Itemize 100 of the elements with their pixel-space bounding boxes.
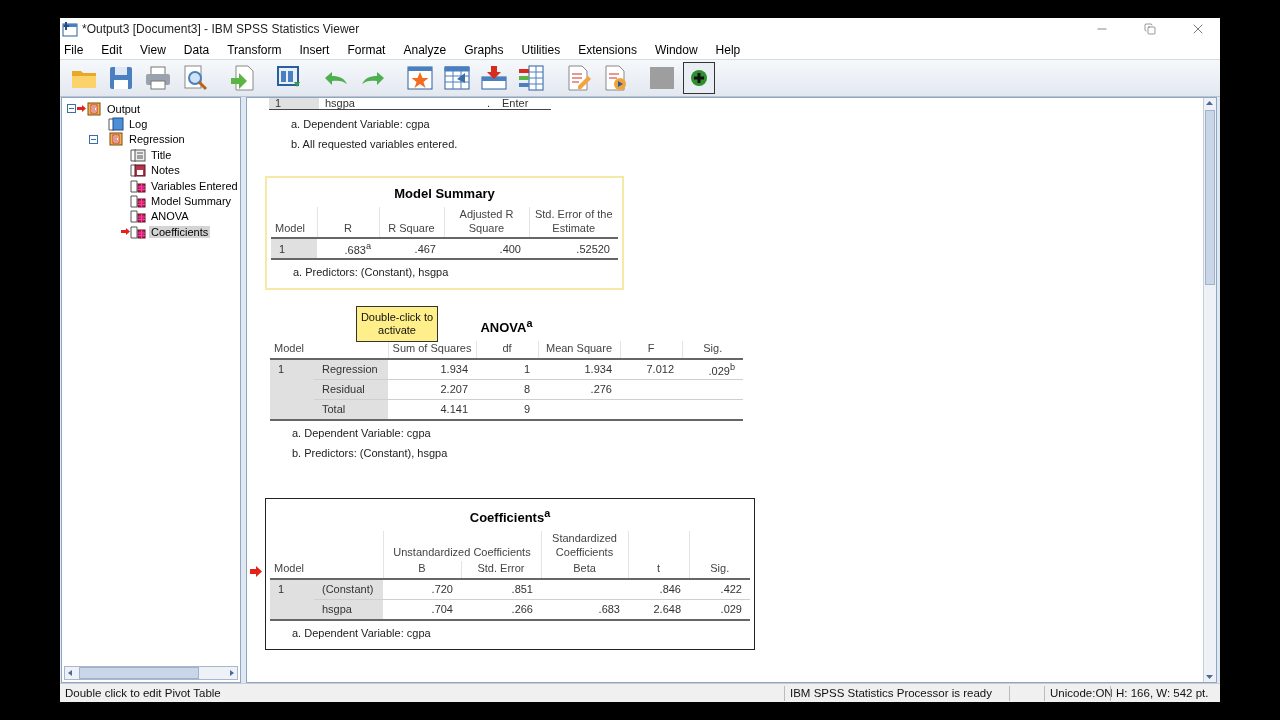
table-cell: .851	[511, 583, 533, 596]
row-header: Total	[322, 403, 346, 416]
table-cell: .276	[590, 383, 612, 396]
star-table-icon	[406, 64, 434, 92]
row-header: hsgpa	[322, 603, 352, 616]
table-cell: .683$^{a}$	[344, 243, 371, 256]
tree-item[interactable]: Title	[149, 148, 174, 161]
table-cell: 9	[523, 403, 530, 416]
document-icon	[130, 147, 146, 162]
table-footnote: b. Predictors: (Constant), hsgpa	[292, 446, 448, 459]
table-cell: .467	[414, 242, 436, 255]
table-cell: .400	[499, 242, 521, 255]
row-header: Residual	[322, 383, 365, 396]
scroll-thumb[interactable]	[1205, 110, 1215, 285]
horizontal-scrollbar[interactable]	[64, 666, 238, 680]
column-header: Standardized Coefficients	[552, 532, 617, 558]
column-header: Mean Square	[545, 342, 612, 355]
tooltip: Double-click to activate	[356, 306, 438, 342]
table-icon	[130, 209, 146, 224]
column-header: Std. Error of the Estimate	[534, 208, 613, 234]
tree-item[interactable]: Variables Entered	[149, 179, 240, 192]
column-header: Sum of Squares	[392, 342, 472, 355]
menu-item[interactable]: Format	[347, 42, 395, 57]
scroll-thumb[interactable]	[79, 667, 199, 679]
menu-item[interactable]: Analyze	[403, 42, 456, 57]
down-arrow-icon[interactable]	[1204, 672, 1215, 682]
row-header: 1	[278, 583, 285, 596]
row-header: Regression	[322, 363, 378, 376]
book-icon	[109, 132, 123, 147]
table-title: Model Summary	[394, 186, 495, 201]
table-cell: .704	[431, 603, 453, 616]
menu-item[interactable]: File	[64, 42, 93, 57]
column-header: Std. Error	[477, 562, 525, 575]
table-cell: .720	[431, 583, 453, 596]
notes-icon	[130, 163, 146, 178]
table-cell: .029$^{b}$	[708, 364, 735, 377]
table-cell: 1.934	[584, 363, 612, 376]
menu-item[interactable]: Extensions	[578, 42, 646, 57]
table-icon	[130, 194, 146, 209]
menu-item[interactable]: Help	[715, 42, 750, 57]
status-message: Double click to edit Pivot Table	[64, 685, 222, 701]
tree-item[interactable]: ANOVA	[149, 210, 191, 223]
status-text: H: 166, W: 542 pt.	[1110, 685, 1220, 701]
menu-item[interactable]: Insert	[299, 42, 339, 57]
menu-item[interactable]: Utilities	[521, 42, 570, 57]
menu-item[interactable]: Window	[654, 42, 707, 57]
table-footnote: b. All requested variables entered.	[291, 138, 458, 150]
row-header: 1	[279, 242, 286, 255]
table-title: Coefficients$^{a}$	[469, 510, 551, 526]
menu-item[interactable]: View	[140, 42, 175, 57]
tree-item[interactable]: Notes	[149, 164, 182, 177]
table-footnote: a. Dependent Variable: cgpa	[292, 626, 431, 639]
column-header: Sig.	[710, 562, 730, 575]
menu-item[interactable]: Graphs	[464, 42, 513, 57]
table-arrow-icon	[443, 64, 471, 92]
menu-item[interactable]: Edit	[101, 42, 132, 57]
tree-item[interactable]: Regression	[127, 133, 187, 146]
table-cell: 8	[523, 383, 530, 396]
table-cell: 1	[523, 363, 530, 376]
table-cell: 7.012	[646, 363, 674, 376]
column-header: R	[344, 221, 352, 234]
bar-table-icon	[517, 64, 545, 92]
column-header: Model	[274, 342, 304, 355]
table-icon	[130, 224, 146, 239]
printer-icon	[144, 64, 172, 92]
column-header: t	[656, 562, 661, 575]
column-header: Model	[274, 562, 304, 575]
table-cell: .266	[511, 603, 533, 616]
designate-window-button[interactable]	[683, 62, 715, 94]
column-header: F	[647, 342, 655, 355]
menu-item[interactable]: Data	[183, 42, 219, 57]
column-header: R Square	[388, 221, 435, 234]
table-cell: .846	[659, 583, 681, 596]
table-footnote: a. Dependent Variable: cgpa	[291, 118, 430, 130]
table-footnote: a. Dependent Variable: cgpa	[292, 426, 431, 439]
tree-item[interactable]: Coefficients	[149, 225, 211, 238]
collapse-icon[interactable]	[67, 104, 76, 114]
table-cell: .029	[720, 603, 742, 616]
collapse-icon[interactable]	[89, 134, 98, 144]
table-cell: 2.207	[440, 383, 468, 396]
magnifier-document-icon	[181, 64, 209, 92]
row-header: 1	[278, 363, 285, 376]
current-arrow-icon	[121, 228, 130, 236]
table-cell: .683	[598, 603, 620, 616]
status-text: Unicode:ON	[1044, 685, 1110, 701]
menu-item[interactable]: Transform	[227, 42, 291, 57]
table-footnote: a. Predictors: (Constant), hsgpa	[293, 266, 449, 278]
window-title: *Output3 [Document3] - IBM SPSS Statistics Viewer	[82, 22, 361, 36]
table-cell: .	[486, 98, 490, 109]
table-cell: 1.934	[440, 363, 468, 376]
tree-item[interactable]: Output	[105, 102, 143, 115]
book-icon	[108, 117, 124, 132]
tree-item[interactable]: Log	[127, 118, 150, 131]
document-arrow-icon	[228, 64, 256, 92]
column-header: B	[418, 562, 426, 575]
square-icon	[648, 64, 676, 92]
tree-item[interactable]: Model Summary	[149, 195, 234, 208]
table-title: ANOVA$^{a}$	[480, 320, 533, 336]
group-header: Unstandardized Coefficients	[393, 545, 531, 558]
up-arrow-icon[interactable]	[1204, 98, 1215, 108]
